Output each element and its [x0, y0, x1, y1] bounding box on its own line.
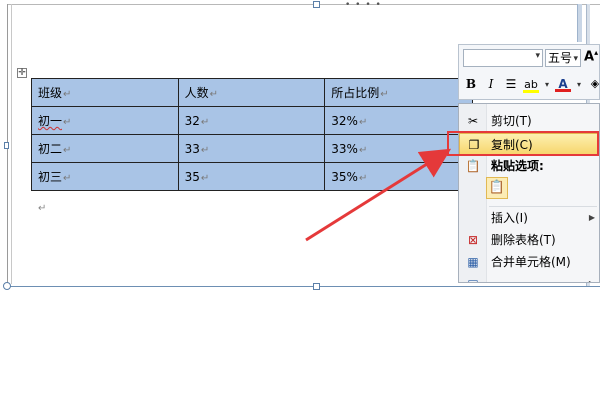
document-canvas: • • • • ✛ 班级↵ 人数↵ 所占比例↵ 初一↵ 32↵ 32%↵ 初二↵… [0, 0, 600, 400]
annotation-arrow [305, 148, 452, 242]
